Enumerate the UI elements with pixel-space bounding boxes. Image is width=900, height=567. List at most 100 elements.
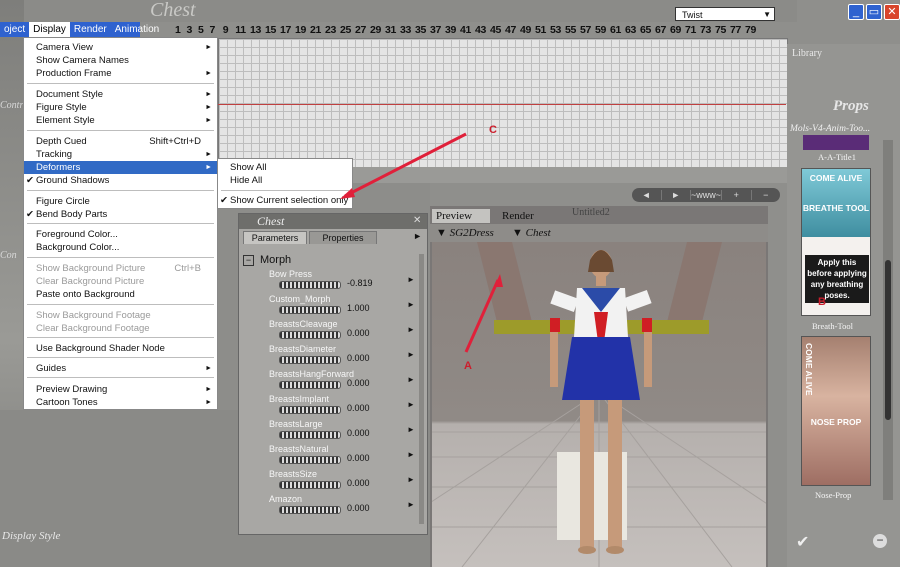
parameter-menu-icon[interactable]: ►	[407, 400, 415, 409]
tab-properties[interactable]: Properties	[309, 231, 377, 244]
3d-viewport[interactable]	[432, 242, 766, 567]
menu-item-cartoon-tones[interactable]: Cartoon Tones ►	[24, 396, 217, 409]
frame-number[interactable]: 63	[623, 24, 638, 38]
add-key-button[interactable]: +	[722, 190, 752, 200]
menu-item-guides[interactable]: Guides ►	[24, 362, 217, 375]
parameter-value[interactable]: 1.000	[347, 303, 370, 313]
frame-number[interactable]: 5	[195, 24, 207, 38]
parameter-dial[interactable]	[279, 381, 341, 389]
frame-number[interactable]: 25	[338, 24, 353, 38]
frame-number[interactable]: 27	[353, 24, 368, 38]
frame-number[interactable]: 19	[293, 24, 308, 38]
menu-item-camera-view[interactable]: Camera View ►	[24, 41, 217, 54]
submenu-item-hide-all[interactable]: Hide All	[218, 174, 352, 187]
menu-animation[interactable]: Animation	[111, 22, 163, 37]
menu-item-deformers[interactable]: Deformers ►	[24, 161, 217, 174]
frame-number[interactable]: 77	[728, 24, 743, 38]
parameter-dial[interactable]	[279, 331, 341, 339]
frame-number[interactable]: 49	[518, 24, 533, 38]
parameter-dial[interactable]	[279, 506, 341, 514]
frame-number[interactable]: 1	[172, 24, 184, 38]
remove-key-button[interactable]: −	[752, 190, 781, 200]
library-scrollbar-thumb[interactable]	[885, 260, 891, 420]
parameter-dial-select[interactable]: Twist ▼	[675, 7, 775, 21]
parameter-menu-icon[interactable]: ►	[407, 375, 415, 384]
parameter-menu-icon[interactable]: ►	[407, 300, 415, 309]
frame-number[interactable]: 75	[713, 24, 728, 38]
parameter-dial[interactable]	[279, 281, 341, 289]
menu-item-show-background-picture[interactable]: Show Background Picture Ctrl+B	[24, 262, 217, 275]
menu-item-element-style[interactable]: Element Style ►	[24, 114, 217, 127]
tab-preview[interactable]: Preview	[432, 209, 490, 223]
prev-key-button[interactable]: ◄	[632, 190, 662, 200]
parameter-value[interactable]: 0.000	[347, 378, 370, 388]
library-thumbnail-breath-tool[interactable]: COME ALIVE BREATHE TOOL Apply this befor…	[801, 168, 871, 316]
frame-number[interactable]: 73	[698, 24, 713, 38]
menu-item-document-style[interactable]: Document Style ►	[24, 88, 217, 101]
frame-number[interactable]: 3	[184, 24, 196, 38]
parameter-value[interactable]: 0.000	[347, 403, 370, 413]
library-thumbnail[interactable]	[803, 135, 869, 150]
frame-number[interactable]: 17	[278, 24, 293, 38]
parameter-value[interactable]: 0.000	[347, 353, 370, 363]
submenu-item-show-current-selection-only[interactable]: ✔ Show Current selection only	[218, 194, 352, 207]
frame-number[interactable]: 41	[458, 24, 473, 38]
menu-item-paste-onto-background[interactable]: Paste onto Background	[24, 288, 217, 301]
parameter-dial[interactable]	[279, 431, 341, 439]
menu-item-clear-background-picture[interactable]: Clear Background Picture	[24, 275, 217, 288]
frame-number[interactable]: 65	[638, 24, 653, 38]
parameter-value[interactable]: 0.000	[347, 503, 370, 513]
menu-item-figure-circle[interactable]: Figure Circle	[24, 195, 217, 208]
menu-project[interactable]: oject	[0, 22, 29, 37]
frame-number[interactable]: 67	[653, 24, 668, 38]
parameter-menu-icon[interactable]: ►	[407, 325, 415, 334]
actor-select[interactable]: ▼ Chest	[512, 227, 551, 239]
parameter-value[interactable]: 0.000	[347, 453, 370, 463]
collapse-icon[interactable]: −	[243, 254, 254, 266]
frame-number[interactable]: 69	[668, 24, 683, 38]
menu-item-figure-style[interactable]: Figure Style ►	[24, 101, 217, 114]
minimize-button[interactable]: _	[848, 4, 864, 20]
frame-number[interactable]: 57	[578, 24, 593, 38]
frame-number[interactable]: 51	[533, 24, 548, 38]
frame-number[interactable]: 79	[743, 24, 758, 38]
parameter-menu-icon[interactable]: ►	[407, 500, 415, 509]
frame-number[interactable]: 31	[383, 24, 398, 38]
frame-number[interactable]: 71	[683, 24, 698, 38]
parameter-value[interactable]: -0.819	[347, 278, 373, 288]
parameter-menu-icon[interactable]: ►	[407, 350, 415, 359]
parameter-value[interactable]: 0.000	[347, 328, 370, 338]
parameter-menu-icon[interactable]: ►	[407, 425, 415, 434]
frame-number[interactable]: 33	[398, 24, 413, 38]
menu-item-background-color[interactable]: Background Color...	[24, 241, 217, 254]
frame-number[interactable]: 21	[308, 24, 323, 38]
restore-button[interactable]: ▭	[866, 4, 882, 20]
menu-item-depth-cued[interactable]: Depth Cued Shift+Ctrl+D	[24, 135, 217, 148]
remove-icon[interactable]: −	[873, 534, 887, 548]
submenu-item-show-all[interactable]: Show All	[218, 161, 352, 174]
close-icon[interactable]: ✕	[413, 216, 423, 226]
frame-number[interactable]: 45	[488, 24, 503, 38]
parameter-dial[interactable]	[279, 456, 341, 464]
frame-number[interactable]: 9	[218, 24, 233, 38]
frame-number[interactable]: 47	[503, 24, 518, 38]
menu-item-show-background-footage[interactable]: Show Background Footage	[24, 309, 217, 322]
menu-item-bend-body-parts[interactable]: ✔ Bend Body Parts	[24, 208, 217, 221]
figure-select[interactable]: ▼ SG2Dress	[436, 227, 494, 239]
parameter-dial[interactable]	[279, 481, 341, 489]
frame-number[interactable]: 13	[248, 24, 263, 38]
frame-number[interactable]: 59	[593, 24, 608, 38]
frame-number[interactable]: 23	[323, 24, 338, 38]
menu-item-tracking[interactable]: Tracking ►	[24, 148, 217, 161]
parameter-dial[interactable]	[279, 356, 341, 364]
frame-number[interactable]: 29	[368, 24, 383, 38]
tab-render[interactable]: Render	[496, 209, 560, 223]
tab-untitled2[interactable]: Untitled2	[572, 207, 610, 218]
frame-number[interactable]: 37	[428, 24, 443, 38]
frame-number[interactable]: 55	[563, 24, 578, 38]
parameter-menu-icon[interactable]: ►	[407, 475, 415, 484]
menu-item-preview-drawing[interactable]: Preview Drawing ►	[24, 383, 217, 396]
menu-item-use-background-shader-node[interactable]: Use Background Shader Node	[24, 342, 217, 355]
frame-number[interactable]: 15	[263, 24, 278, 38]
frame-number[interactable]: 53	[548, 24, 563, 38]
